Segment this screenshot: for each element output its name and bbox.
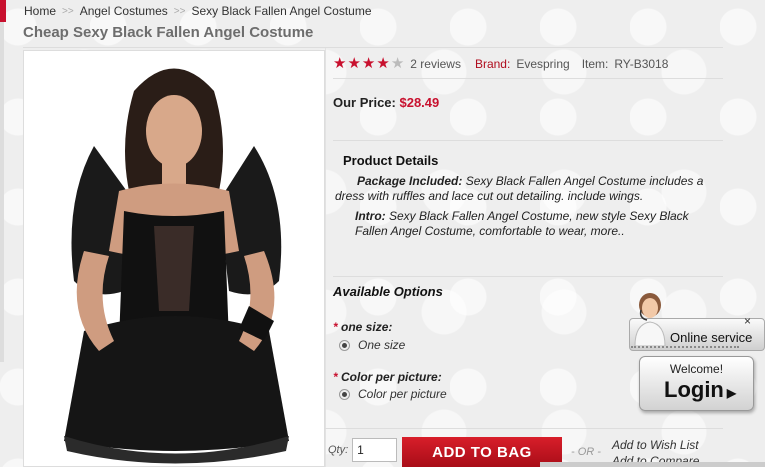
- package-included: Package Included: Sexy Black Fallen Ange…: [335, 174, 715, 204]
- option-label-size: * one size:: [333, 320, 392, 334]
- login-panel[interactable]: Welcome! Login ▶: [639, 356, 754, 411]
- edge-line: [0, 22, 4, 362]
- item-value: RY-B3018: [614, 56, 669, 71]
- breadcrumb-current[interactable]: Sexy Black Fallen Angel Costume: [191, 4, 371, 18]
- rating-row: ★ ★ ★ ★ ★ 2 reviews Brand: Evespring Ite…: [333, 56, 668, 71]
- breadcrumb-separator: >>: [173, 5, 186, 17]
- costume-photo: [24, 51, 324, 466]
- option-label-text: Color per picture:: [341, 370, 442, 384]
- radio-label: One size: [358, 338, 406, 352]
- breadcrumb-home[interactable]: Home: [24, 4, 56, 18]
- available-options-title: Available Options: [333, 284, 443, 299]
- divider: [333, 78, 723, 79]
- option-label-color: * Color per picture:: [333, 370, 442, 384]
- required-mark: *: [333, 370, 338, 384]
- intro-text: Sexy Black Fallen Angel Costume, new sty…: [355, 209, 689, 238]
- item-label: Item:: [581, 56, 609, 71]
- intro: Intro: Sexy Black Fallen Angel Costume, …: [355, 209, 715, 239]
- agent-avatar-icon: [634, 293, 666, 346]
- required-mark: *: [333, 320, 338, 334]
- price-value: $28.49: [399, 95, 440, 110]
- radio-one-size[interactable]: One size: [339, 338, 405, 352]
- price-row: Our Price: $28.49: [333, 95, 439, 110]
- star-icon: ★: [347, 55, 361, 72]
- star-icon: ★: [333, 55, 347, 72]
- package-label: Package Included:: [357, 174, 463, 188]
- divider: [325, 428, 723, 429]
- scroll-bar[interactable]: [540, 462, 765, 467]
- product-details-title: Product Details: [343, 153, 439, 168]
- rating-stars[interactable]: ★ ★ ★ ★ ★: [333, 56, 404, 71]
- brand-value: Evespring: [516, 56, 570, 71]
- close-icon[interactable]: ×: [744, 314, 751, 328]
- star-icon: ★: [376, 55, 390, 72]
- dotted-divider: [631, 346, 739, 348]
- login-button[interactable]: Login ▶: [664, 377, 736, 403]
- chat-widget: × Online service Welcome! Login ▶: [627, 290, 765, 415]
- radio-label: Color per picture: [358, 387, 447, 401]
- price-label: Our Price:: [333, 95, 396, 110]
- add-to-wishlist-link[interactable]: Add to Wish List: [612, 438, 699, 452]
- star-empty-icon: ★: [390, 55, 405, 72]
- product-image[interactable]: [23, 50, 325, 467]
- arrow-right-icon: ▶: [726, 386, 737, 400]
- page-title: Cheap Sexy Black Fallen Angel Costume: [23, 24, 314, 41]
- star-icon: ★: [361, 55, 376, 72]
- qty-label: Qty:: [328, 444, 349, 456]
- or-separator: - OR -: [571, 446, 601, 458]
- breadcrumb-category[interactable]: Angel Costumes: [80, 4, 168, 18]
- radio-icon[interactable]: [339, 388, 350, 400]
- qty-row: Qty:: [328, 438, 398, 462]
- breadcrumb-separator: >>: [62, 5, 74, 17]
- breadcrumb: Home >> Angel Costumes >> Sexy Black Fal…: [24, 4, 372, 18]
- login-label: Login: [664, 377, 724, 402]
- divider: [333, 276, 723, 277]
- divider: [333, 140, 723, 141]
- radio-color-per-picture[interactable]: Color per picture: [339, 387, 447, 401]
- intro-label: Intro:: [355, 209, 386, 223]
- radio-icon[interactable]: [339, 339, 350, 351]
- brand-label: Brand:: [474, 56, 511, 71]
- edge-accent: [0, 0, 6, 22]
- reviews-link[interactable]: 2 reviews: [410, 57, 461, 71]
- welcome-text: Welcome!: [669, 362, 724, 376]
- option-label-text: one size:: [341, 320, 393, 334]
- qty-input[interactable]: [352, 438, 398, 462]
- add-to-bag-button[interactable]: ADD TO BAG: [402, 437, 562, 467]
- online-service-label[interactable]: Online service: [670, 330, 752, 345]
